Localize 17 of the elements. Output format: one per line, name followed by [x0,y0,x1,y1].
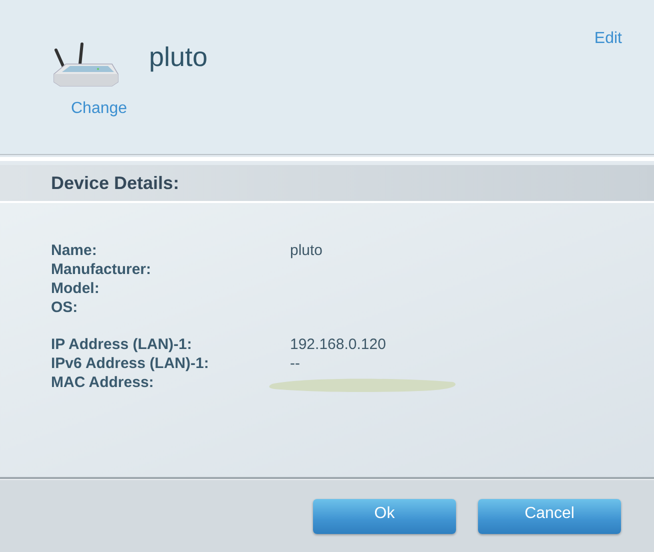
device-name: pluto [149,42,209,73]
detail-label: MAC Address: [51,374,155,391]
section-title: Device Details: [51,172,180,194]
detail-label: IP Address (LAN)-1: [51,336,193,353]
detail-label: IPv6 Address (LAN)-1: [51,355,210,372]
edit-link[interactable]: Edit [594,30,622,48]
detail-value: 192.168.0.120 [290,336,386,353]
detail-value: -- [290,355,300,372]
detail-label: Name: [51,242,98,259]
router-icon [52,42,120,88]
dialog-button[interactable]: Cancel [478,499,621,534]
change-link[interactable]: Change [70,100,128,118]
detail-value: pluto [290,242,323,259]
dialog-button[interactable]: Ok [313,499,456,534]
detail-label: Model: [51,280,100,297]
detail-label: Manufacturer: [51,261,152,278]
detail-label: OS: [51,299,79,316]
